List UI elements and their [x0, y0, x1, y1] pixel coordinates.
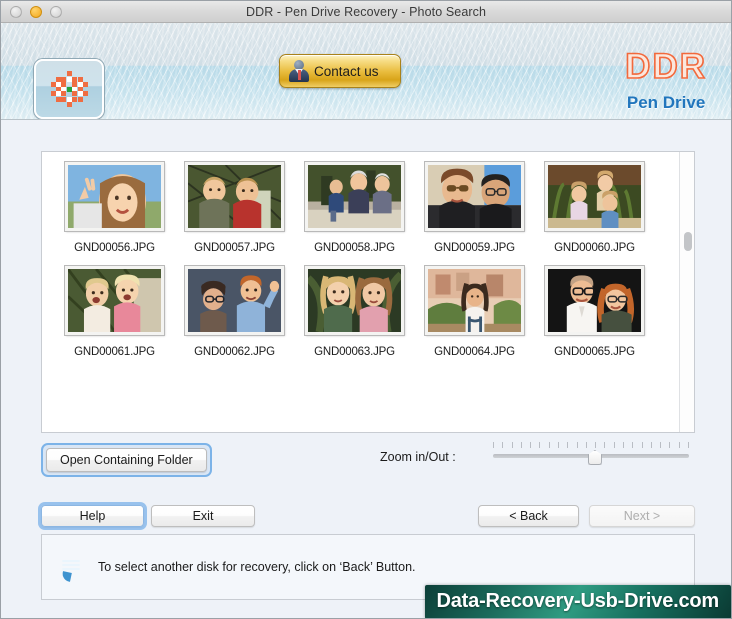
thumbnail-filename: GND00065.JPG — [554, 346, 635, 358]
flower-checker-icon — [50, 70, 88, 108]
thumbnail-filename: GND00058.JPG — [314, 242, 395, 254]
thumbnail-item[interactable]: GND00058.JPG — [304, 161, 405, 254]
photo-thumbnail[interactable] — [184, 161, 285, 232]
zoom-button-icon[interactable] — [50, 5, 62, 18]
thumbnail-item[interactable]: GND00059.JPG — [424, 161, 525, 254]
photo-thumbnail[interactable] — [424, 265, 525, 336]
photo-thumbnail[interactable] — [64, 265, 165, 336]
thumbnail-filename: GND00064.JPG — [434, 346, 515, 358]
brand-primary-text: DDR — [624, 47, 707, 86]
thumbnail-grid: GND00056.JPG GND00057.JPG GND00058.JPG G… — [42, 152, 694, 358]
thumbnail-row: GND00061.JPG GND00062.JPG GND00063.JPG G… — [64, 265, 674, 358]
ddr-app-icon — [34, 59, 104, 119]
thumbnail-item[interactable]: GND00057.JPG — [184, 161, 285, 254]
brand-logo: DDR Pen Drive — [624, 47, 707, 113]
photo-thumbnail[interactable] — [544, 265, 645, 336]
person-icon — [289, 60, 309, 82]
zoom-label: Zoom in/Out : — [380, 450, 456, 464]
window-title: DDR - Pen Drive Recovery - Photo Search — [245, 4, 487, 19]
thumbnail-item[interactable]: GND00062.JPG — [184, 265, 285, 358]
open-folder-focus-ring: Open Containing Folder — [41, 443, 212, 477]
photo-thumbnail[interactable] — [184, 265, 285, 336]
thumbnail-item[interactable]: GND00061.JPG — [64, 265, 165, 358]
photo-thumbnail[interactable] — [304, 265, 405, 336]
close-button-icon[interactable] — [10, 5, 22, 18]
thumbnail-filename: GND00061.JPG — [74, 346, 155, 358]
thumbnail-item[interactable]: GND00056.JPG — [64, 161, 165, 254]
photo-thumbnail[interactable] — [544, 161, 645, 232]
thumbnail-item[interactable]: GND00064.JPG — [424, 265, 525, 358]
thumbnail-item[interactable]: GND00063.JPG — [304, 265, 405, 358]
thumbnail-filename: GND00059.JPG — [434, 242, 515, 254]
zoom-slider-ticks — [493, 442, 689, 448]
zoom-slider-thumb[interactable] — [587, 450, 602, 465]
title-bar: DDR - Pen Drive Recovery - Photo Search — [1, 1, 731, 23]
app-window: DDR - Pen Drive Recovery - Photo Search — [0, 0, 732, 619]
thumbnail-scrollbar[interactable] — [679, 152, 694, 432]
back-button[interactable]: < Back — [478, 505, 579, 527]
brand-secondary-text: Pen Drive — [626, 93, 706, 112]
thumbnail-filename: GND00060.JPG — [554, 242, 635, 254]
site-watermark: Data-Recovery-Usb-Drive.com — [424, 585, 731, 618]
thumbnail-filename: GND00062.JPG — [194, 346, 275, 358]
open-containing-folder-button[interactable]: Open Containing Folder — [46, 448, 207, 472]
contact-us-label: Contact us — [314, 63, 379, 79]
minimize-button-icon[interactable] — [30, 5, 42, 18]
thumbnail-item[interactable]: GND00060.JPG — [544, 161, 645, 254]
thumbnail-filename: GND00056.JPG — [74, 242, 155, 254]
thumbnail-row: GND00056.JPG GND00057.JPG GND00058.JPG G… — [64, 161, 674, 254]
main-content: GND00056.JPG GND00057.JPG GND00058.JPG G… — [1, 120, 731, 618]
photo-thumbnail[interactable] — [304, 161, 405, 232]
photo-thumbnail[interactable] — [64, 161, 165, 232]
contact-us-button[interactable]: Contact us — [279, 54, 401, 88]
next-button: Next > — [589, 505, 695, 527]
thumbnail-filename: GND00063.JPG — [314, 346, 395, 358]
photo-thumbnail[interactable] — [424, 161, 525, 232]
thumbnail-filename: GND00057.JPG — [194, 242, 275, 254]
photo-results-panel: GND00056.JPG GND00057.JPG GND00058.JPG G… — [41, 151, 695, 433]
thumbnail-item[interactable]: GND00065.JPG — [544, 265, 645, 358]
status-message: To select another disk for recovery, cli… — [98, 560, 416, 574]
window-controls — [1, 5, 62, 18]
header-banner: Contact us DDR Pen Drive — [1, 23, 731, 120]
exit-button[interactable]: Exit — [151, 505, 255, 527]
zoom-slider[interactable] — [493, 442, 689, 465]
speech-bubble-icon — [56, 555, 86, 582]
scrollbar-thumb[interactable] — [684, 232, 692, 251]
help-button[interactable]: Help — [41, 505, 144, 527]
